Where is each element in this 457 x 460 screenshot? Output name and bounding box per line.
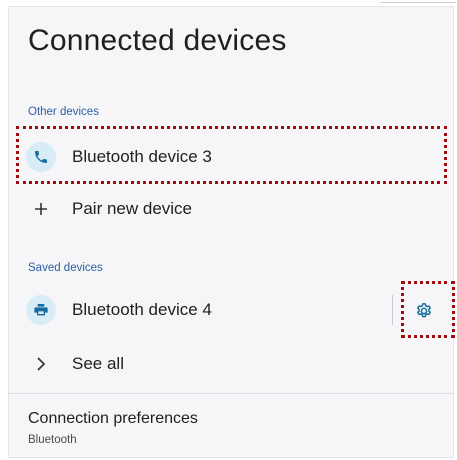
top-divider: [380, 2, 456, 3]
device-row-bluetooth-4[interactable]: Bluetooth device 4: [18, 284, 387, 336]
plus-icon: [26, 202, 56, 216]
device-name: Bluetooth device 4: [72, 300, 212, 319]
phone-icon: [26, 142, 56, 172]
page-title: Connected devices: [28, 24, 287, 57]
pair-new-device-row[interactable]: Pair new device: [18, 183, 447, 235]
device-row-bluetooth-3[interactable]: Bluetooth device 3: [18, 131, 447, 183]
connection-preferences-title[interactable]: Connection preferences: [28, 410, 198, 428]
printer-icon: [26, 295, 56, 325]
device-settings-button[interactable]: [410, 297, 438, 325]
section-header-saved-devices: Saved devices: [28, 262, 103, 274]
device-name: Bluetooth device 3: [72, 147, 212, 166]
section-divider: [8, 393, 454, 394]
see-all-label: See all: [72, 354, 124, 373]
see-all-row[interactable]: See all: [18, 338, 447, 390]
gear-icon: [415, 302, 433, 320]
connection-preferences-subtitle: Bluetooth: [28, 434, 77, 446]
vertical-divider: [392, 295, 393, 325]
chevron-right-icon: [26, 357, 56, 371]
section-header-other-devices: Other devices: [28, 106, 99, 118]
pair-new-device-label: Pair new device: [72, 199, 193, 218]
